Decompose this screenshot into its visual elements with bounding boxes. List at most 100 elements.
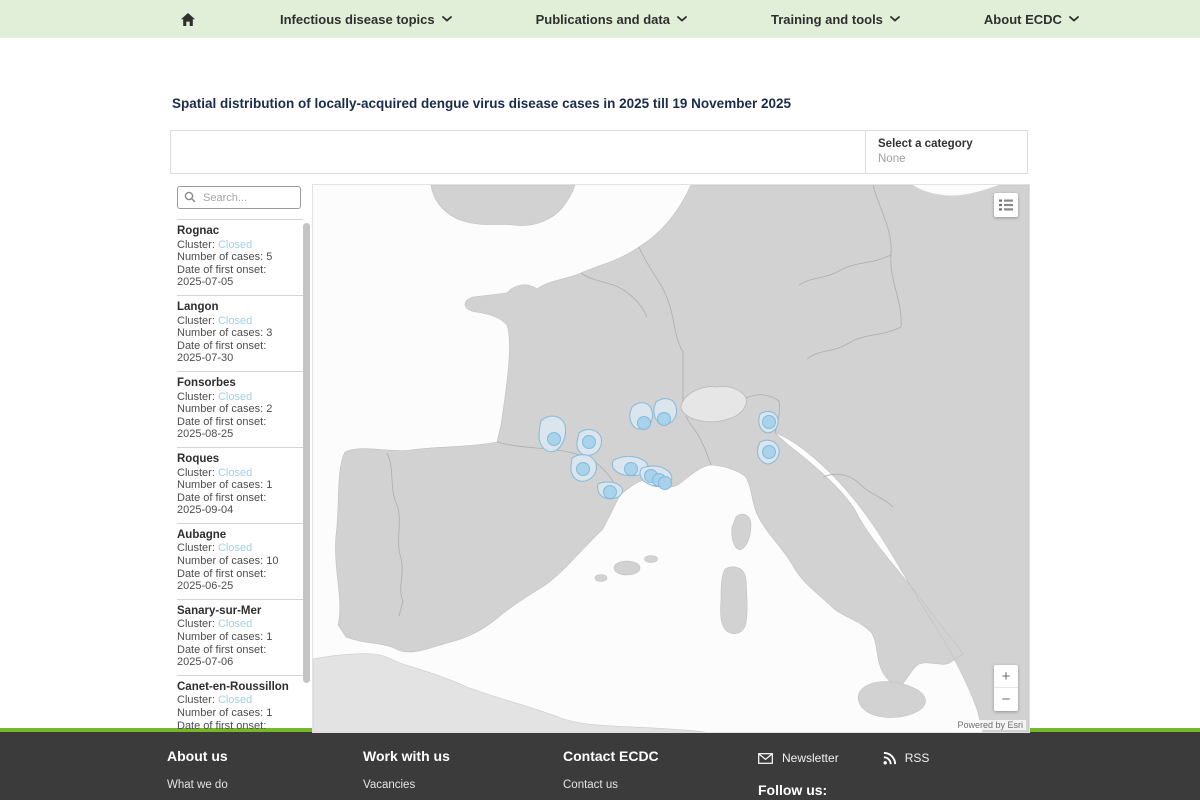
subscribe-row: Newsletter RSS [758,751,929,765]
cluster-onset-date: 2025-07-06 [177,656,303,669]
cluster-status-value: Closed [218,315,252,327]
category-selector[interactable]: Select a category None [865,131,1027,173]
cluster-cases: Number of cases: 3 [177,327,303,340]
footer-column-title: Work with us [363,748,563,764]
cluster-marker[interactable] [583,436,596,449]
cluster-onset-date: 2025-08-25 [177,428,303,441]
newsletter-link[interactable]: Newsletter [758,751,839,765]
map-canvas[interactable]: + − Powered by Esri [312,184,1030,733]
footer-link[interactable]: Contact us [563,777,758,793]
legend-icon [999,199,1013,211]
cluster-marker[interactable] [658,413,671,426]
cluster-name: Canet-en-Roussillon [177,681,303,694]
cluster-onset-label: Date of first onset: [177,416,303,429]
cluster-status-line: Cluster: Closed [177,618,303,631]
footer-column: Work with usVacanciesFellowships [363,748,563,800]
widget-toolbar: Select a category None [170,130,1028,174]
cluster-name: Langon [177,301,303,314]
cluster-status-value: Closed [218,542,252,554]
subscribe-label: Newsletter [782,751,839,765]
follow-us-label: Follow us: [758,782,929,798]
nav-item-publications-and-data[interactable]: Publications and data [536,12,687,27]
cluster-cases: Number of cases: 1 [177,479,303,492]
footer-subscribe-area: Newsletter RSS Follow us: [758,748,929,800]
cluster-status-line: Cluster: Closed [177,239,303,252]
cluster-list-item[interactable]: LangonCluster: ClosedNumber of cases: 3D… [177,296,303,372]
rss-link[interactable]: RSS [883,751,930,765]
nav-item-infectious-disease-topics[interactable]: Infectious disease topics [280,12,452,27]
cluster-list-item[interactable]: Canet-en-RoussillonCluster: ClosedNumber… [177,676,303,731]
island-ibiza [595,575,607,582]
cluster-list-item[interactable]: FonsorbesCluster: ClosedNumber of cases:… [177,372,303,448]
nav-item-group: Infectious disease topics Publications an… [280,12,1079,27]
subscribe-label: RSS [905,751,930,765]
cluster-list-item[interactable]: Sanary-sur-MerCluster: ClosedNumber of c… [177,600,303,676]
zoom-control: + − [994,665,1018,711]
list-scrollbar[interactable] [303,223,310,683]
cluster-name: Roques [177,453,303,466]
cluster-status-line: Cluster: Closed [177,542,303,555]
cluster-marker[interactable] [763,416,776,429]
footer: About usWhat we doWho we areWork with us… [0,732,1200,800]
cluster-onset-date: 2025-06-25 [177,580,303,593]
footer-column-title: About us [167,748,363,764]
cluster-name: Sanary-sur-Mer [177,605,303,618]
cluster-marker[interactable] [577,463,590,476]
cluster-list-item[interactable]: RognacCluster: ClosedNumber of cases: 5D… [177,220,303,296]
cluster-marker[interactable] [625,463,638,476]
nav-item-label: Infectious disease topics [280,12,435,27]
cluster-marker[interactable] [604,486,617,499]
nav-item-label: About ECDC [984,12,1062,27]
footer-column: About usWhat we doWho we are [167,748,363,800]
chevron-down-icon [677,16,687,22]
category-selector-value: None [878,153,1015,165]
cluster-status-line: Cluster: Closed [177,391,303,404]
cluster-onset-label: Date of first onset: [177,568,303,581]
cluster-marker[interactable] [548,433,561,446]
search-icon [184,191,196,203]
cluster-marker[interactable] [638,417,651,430]
legend-button[interactable] [994,193,1018,217]
cluster-onset-label: Date of first onset: [177,340,303,353]
home-link[interactable] [180,12,196,27]
footer-link[interactable]: Vacancies [363,777,563,793]
footer-columns: About usWhat we doWho we areWork with us… [167,748,758,800]
cluster-onset-date: 2025-09-04 [177,504,303,517]
cluster-status-value: Closed [218,391,252,403]
cluster-list-item[interactable]: RoquesCluster: ClosedNumber of cases: 1D… [177,448,303,524]
home-icon [180,12,196,27]
cluster-status-value: Closed [218,618,252,630]
nav-item-about-ecdc[interactable]: About ECDC [984,12,1079,27]
nav-item-training-and-tools[interactable]: Training and tools [771,12,900,27]
cluster-list: RognacCluster: ClosedNumber of cases: 5D… [177,219,303,731]
cluster-onset-label: Date of first onset: [177,492,303,505]
esri-attribution: Powered by Esri [954,720,1026,730]
cluster-onset-label: Date of first onset: [177,644,303,657]
island-menorca [645,556,658,563]
cluster-marker[interactable] [659,477,672,490]
nav-item-label: Publications and data [536,12,670,27]
cluster-cases: Number of cases: 1 [177,631,303,644]
cluster-status-value: Closed [218,694,252,706]
zoom-in-button[interactable]: + [994,665,1018,688]
cluster-cases: Number of cases: 1 [177,707,303,720]
cluster-name: Fonsorbes [177,377,303,390]
cluster-status-line: Cluster: Closed [177,315,303,328]
cluster-sidebar: RognacCluster: ClosedNumber of cases: 5D… [170,186,310,731]
cluster-onset-date: 2025-07-05 [177,276,303,289]
cluster-marker[interactable] [763,446,776,459]
nav-item-label: Training and tools [771,12,883,27]
island-mallorca [614,561,640,575]
cluster-cases: Number of cases: 10 [177,555,303,568]
cluster-status-value: Closed [218,239,252,251]
cluster-name: Rognac [177,225,303,238]
footer-column-title: Contact ECDC [563,748,758,764]
footer-column: Contact ECDCContact usMedia centre [563,748,758,800]
zoom-out-button[interactable]: − [994,688,1018,711]
cluster-status-line: Cluster: Closed [177,467,303,480]
envelope-icon [758,753,773,764]
cluster-list-item[interactable]: AubagneCluster: ClosedNumber of cases: 1… [177,524,303,600]
footer-link[interactable]: What we do [167,777,363,793]
rss-icon [883,752,896,765]
content-area: Spatial distribution of locally-acquired… [0,38,1200,728]
